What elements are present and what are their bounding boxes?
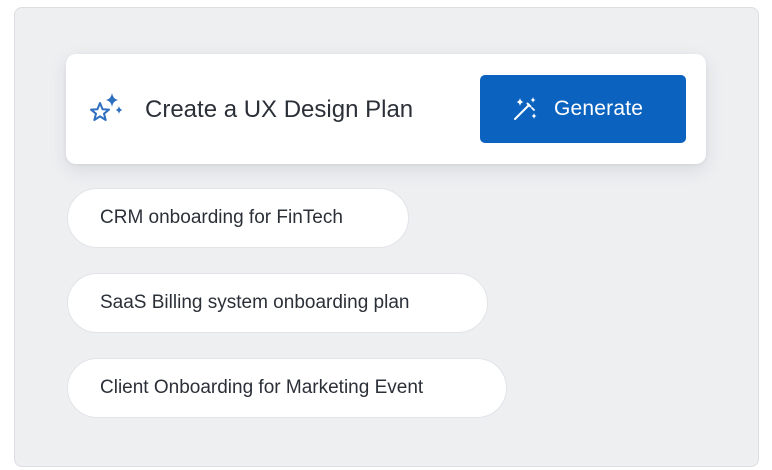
magic-wand-icon (512, 96, 538, 122)
sparkle-stars-icon (86, 90, 126, 130)
suggestion-chip[interactable]: CRM onboarding for FinTech (67, 188, 409, 248)
suggestion-chip[interactable]: Client Onboarding for Marketing Event (67, 358, 507, 418)
generate-button-label: Generate (554, 97, 644, 120)
suggestion-chip[interactable]: SaaS Billing system onboarding plan (67, 273, 488, 333)
generate-button[interactable]: Generate (480, 75, 686, 143)
prompt-text[interactable]: Create a UX Design Plan (145, 94, 413, 126)
